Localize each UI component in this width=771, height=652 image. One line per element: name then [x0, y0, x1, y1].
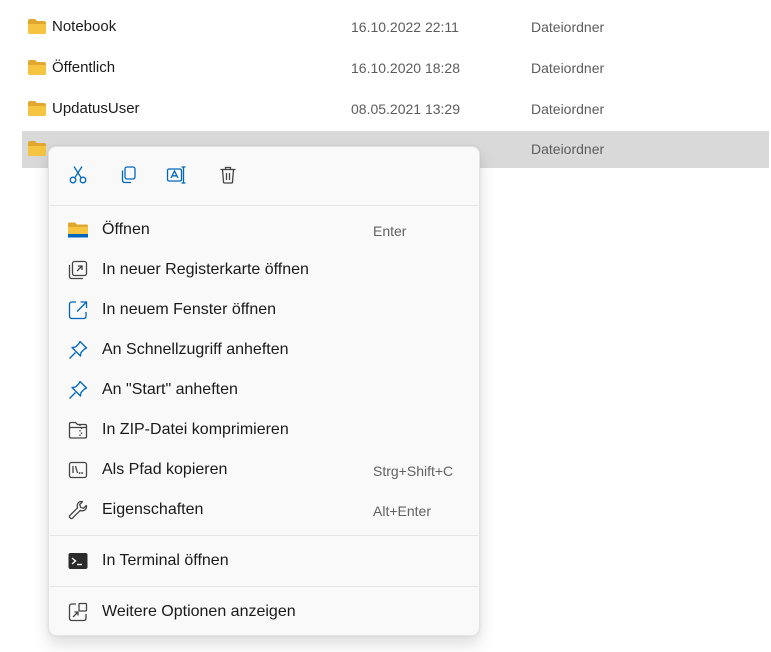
file-name: Notebook: [52, 18, 117, 35]
properties-wrench-icon: [68, 500, 88, 520]
menu-item-label: An Schnellzugriff anheften: [102, 341, 289, 358]
file-name: UpdatusUser: [52, 100, 140, 117]
file-type: Dateiordner: [531, 60, 605, 76]
menu-item-show-more-options[interactable]: Weitere Optionen anzeigen: [53, 593, 475, 631]
menu-item-label: Als Pfad kopieren: [102, 461, 228, 478]
separator: [50, 535, 478, 536]
copy-button[interactable]: [114, 161, 142, 189]
delete-button[interactable]: [214, 161, 242, 189]
new-tab-icon: [68, 260, 88, 280]
menu-item-label: An "Start" anheften: [102, 381, 238, 398]
menu-item-label: In neuem Fenster öffnen: [102, 301, 277, 318]
menu-item-label: Weitere Optionen anzeigen: [102, 603, 296, 620]
file-date: 16.10.2022 22:11: [351, 19, 459, 35]
separator: [50, 205, 478, 206]
new-window-icon: [68, 301, 88, 320]
separator: [50, 586, 478, 587]
quick-actions-bar: [49, 147, 479, 205]
menu-item-shortcut: Alt+Enter: [373, 503, 431, 519]
file-name: Öffentlich: [52, 59, 116, 76]
menu-item-compress-zip[interactable]: In ZIP-Datei komprimieren: [53, 411, 475, 449]
menu-item-open-new-window[interactable]: In neuem Fenster öffnen: [53, 291, 475, 329]
file-type: Dateiordner: [531, 19, 605, 35]
rename-button[interactable]: [163, 161, 191, 189]
menu-item-properties[interactable]: Eigenschaften Alt+Enter: [53, 491, 475, 529]
menu-item-open-terminal[interactable]: In Terminal öffnen: [53, 542, 475, 580]
file-date: 16.10.2020 18:28: [351, 60, 460, 76]
pin-icon: [69, 340, 88, 359]
folder-icon: [28, 60, 46, 75]
copy-path-icon: [68, 461, 88, 479]
file-type: Dateiordner: [531, 141, 605, 157]
menu-item-open[interactable]: Öffnen Enter: [53, 211, 475, 249]
pin-start-icon: [69, 380, 88, 399]
rename-icon: [166, 166, 186, 184]
menu-item-open-new-tab[interactable]: In neuer Registerkarte öffnen: [53, 251, 475, 289]
menu-item-shortcut: Strg+Shift+C: [373, 463, 454, 479]
menu-item-pin-start[interactable]: An "Start" anheften: [53, 371, 475, 409]
zip-icon: [68, 421, 88, 439]
menu-item-pin-quick-access[interactable]: An Schnellzugriff anheften: [53, 331, 475, 369]
copy-icon: [121, 166, 136, 184]
cut-icon: [69, 166, 87, 184]
folder-icon: [28, 141, 46, 156]
file-date: 08.05.2021 13:29: [351, 101, 460, 117]
delete-icon: [220, 166, 236, 184]
folder-icon: [28, 19, 46, 34]
menu-item-label: Eigenschaften: [102, 501, 204, 518]
cut-button[interactable]: [64, 161, 92, 189]
menu-item-shortcut: Enter: [373, 223, 407, 239]
menu-item-label: In Terminal öffnen: [102, 552, 229, 569]
terminal-icon: [68, 553, 88, 569]
menu-item-label: In ZIP-Datei komprimieren: [102, 421, 289, 438]
open-folder-icon: [68, 222, 88, 238]
menu-item-copy-as-path[interactable]: Als Pfad kopieren Strg+Shift+C: [53, 451, 475, 489]
folder-icon: [28, 101, 46, 116]
file-row-notebook[interactable]: Notebook 16.10.2022 22:11 Dateiordner: [22, 9, 769, 46]
file-row-updatususer[interactable]: UpdatusUser 08.05.2021 13:29 Dateiordner: [22, 91, 769, 128]
menu-item-label: In neuer Registerkarte öffnen: [102, 261, 309, 278]
menu-item-label: Öffnen: [102, 221, 150, 238]
file-row-oeffentlich[interactable]: Öffentlich 16.10.2020 18:28 Dateiordner: [22, 50, 769, 87]
more-options-icon: [68, 602, 88, 622]
file-type: Dateiordner: [531, 101, 605, 117]
context-menu: Öffnen Enter In neuer Registerkarte öffn…: [48, 146, 480, 636]
